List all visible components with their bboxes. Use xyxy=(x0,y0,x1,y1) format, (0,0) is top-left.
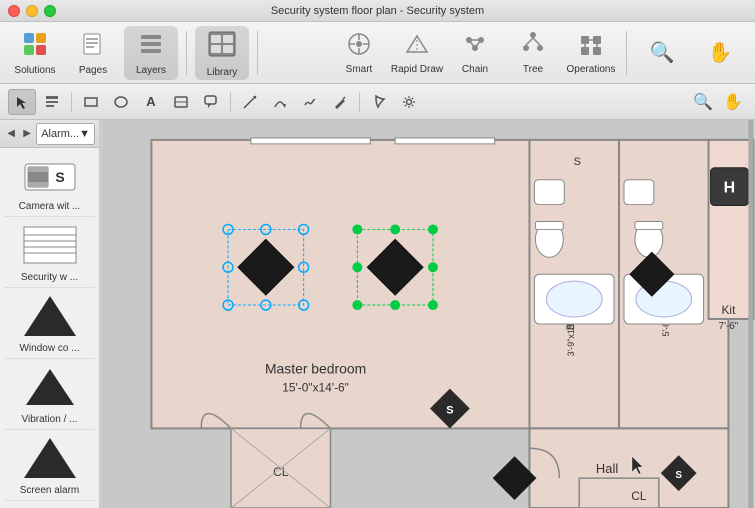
pages-button[interactable]: Pages xyxy=(66,26,120,80)
svg-text:Master bedroom: Master bedroom xyxy=(265,361,366,377)
titlebar: Security system floor plan - Security sy… xyxy=(0,0,755,22)
smart-icon xyxy=(345,30,373,61)
solutions-label: Solutions xyxy=(14,65,55,76)
sidebar-vibration-label: Vibration / ... xyxy=(6,414,93,425)
operations-button[interactable]: Operations xyxy=(564,26,618,80)
zoom-search-button[interactable]: 🔍 xyxy=(689,89,717,115)
rapid-draw-label: Rapid Draw xyxy=(391,64,443,75)
svg-text:7'-6": 7'-6" xyxy=(719,321,739,332)
arc-tool[interactable] xyxy=(266,89,294,115)
sidebar-header: ◀ ▶ Alarm... ▼ xyxy=(0,120,99,148)
sidebar-item-screen-alarm[interactable]: Screen alarm xyxy=(4,430,95,501)
screen-alarm-shape-icon xyxy=(20,434,80,482)
tree-button[interactable]: Tree xyxy=(506,26,560,80)
chain-button[interactable]: Chain xyxy=(448,26,502,80)
sidebar-item-window[interactable]: Window co ... xyxy=(4,288,95,359)
chain-icon xyxy=(461,30,489,61)
camera-shape-icon: S xyxy=(20,156,80,198)
sidebar-category-dropdown[interactable]: Alarm... ▼ xyxy=(36,123,95,145)
operations-label: Operations xyxy=(567,64,616,75)
crop-tool[interactable] xyxy=(365,89,393,115)
line-tool[interactable] xyxy=(236,89,264,115)
callout-tool[interactable] xyxy=(197,89,225,115)
select-tool[interactable] xyxy=(8,89,36,115)
pan-button[interactable]: ✋ xyxy=(719,89,747,115)
sidebar-window-label: Window co ... xyxy=(6,343,93,354)
svg-text:S: S xyxy=(446,404,453,416)
sidebar-next[interactable]: ▶ xyxy=(20,126,34,142)
svg-text:S: S xyxy=(675,470,682,481)
pen-tool[interactable] xyxy=(326,89,354,115)
sidebar-screen-alarm-label: Screen alarm xyxy=(6,485,93,496)
secondary-toolbar: A 🔍 ✋ xyxy=(0,84,755,120)
close-button[interactable] xyxy=(8,5,20,17)
tool-divider-3 xyxy=(359,92,360,112)
dropdown-arrow-icon: ▼ xyxy=(79,128,90,140)
toolbar-right: Smart Rapid Draw xyxy=(332,26,747,80)
svg-text:S: S xyxy=(574,156,581,168)
chain-label: Chain xyxy=(462,64,488,75)
tree-icon xyxy=(519,30,547,61)
operations-icon xyxy=(577,30,605,61)
sidebar-security-label: Security w ... xyxy=(6,272,93,283)
sidebar-item-camera[interactable]: S Camera wit ... xyxy=(4,152,95,217)
rapid-draw-icon xyxy=(403,30,431,61)
layers-icon xyxy=(137,30,165,62)
hand-icon: ✋ xyxy=(708,40,733,65)
svg-text:Hall: Hall xyxy=(596,461,618,476)
security-shape-icon xyxy=(20,221,80,269)
maximize-button[interactable] xyxy=(44,5,56,17)
smart-label: Smart xyxy=(346,64,373,75)
sidebar-prev[interactable]: ◀ xyxy=(4,126,18,142)
floor-plan-svg: Master bedroom 15'-0"x14'-6" Bath 3'-9"x… xyxy=(100,120,755,508)
pages-label: Pages xyxy=(79,65,107,76)
solutions-icon xyxy=(21,30,49,62)
library-label: Library xyxy=(207,67,238,78)
svg-text:15'-0"x14'-6": 15'-0"x14'-6" xyxy=(282,381,349,395)
library-icon xyxy=(206,28,238,64)
format-tool[interactable] xyxy=(38,89,66,115)
freehand-tool[interactable] xyxy=(296,89,324,115)
rect-tool[interactable] xyxy=(77,89,105,115)
toolbar-divider-3 xyxy=(626,31,627,75)
sidebar-category-label: Alarm... xyxy=(41,128,79,140)
search-icon: 🔍 xyxy=(650,40,675,65)
pages-icon xyxy=(79,30,107,62)
vibration-shape-icon xyxy=(20,363,80,411)
svg-text:H: H xyxy=(724,180,736,197)
tool-divider-1 xyxy=(71,92,72,112)
sidebar: ◀ ▶ Alarm... ▼ S xyxy=(0,120,100,508)
layers-label: Layers xyxy=(136,65,166,76)
traffic-lights xyxy=(8,5,56,17)
tool-divider-2 xyxy=(230,92,231,112)
svg-text:S: S xyxy=(55,169,64,185)
window-shape-icon xyxy=(20,292,80,340)
main-toolbar: Solutions Pages Layers xyxy=(0,22,755,84)
sidebar-items-list: S Camera wit ... Security w ... xyxy=(0,148,99,508)
text-tool[interactable]: A xyxy=(137,89,165,115)
sidebar-item-vibration[interactable]: Vibration / ... xyxy=(4,359,95,430)
sidebar-camera-label: Camera wit ... xyxy=(6,201,93,212)
ellipse-tool[interactable] xyxy=(107,89,135,115)
svg-text:CL: CL xyxy=(631,489,647,503)
hand-button[interactable]: ✋ xyxy=(693,26,747,80)
window-title: Security system floor plan - Security sy… xyxy=(271,5,484,17)
tree-label: Tree xyxy=(523,64,543,75)
shape-tool[interactable] xyxy=(167,89,195,115)
toolbar-divider-1 xyxy=(186,31,187,75)
main-content: ◀ ▶ Alarm... ▼ S xyxy=(0,120,755,508)
solutions-button[interactable]: Solutions xyxy=(8,26,62,80)
library-button[interactable]: Library xyxy=(195,26,249,80)
layers-button[interactable]: Layers xyxy=(124,26,178,80)
search-button[interactable]: 🔍 xyxy=(635,26,689,80)
settings-tool[interactable] xyxy=(395,89,423,115)
smart-button[interactable]: Smart xyxy=(332,26,386,80)
sidebar-item-security[interactable]: Security w ... xyxy=(4,217,95,288)
canvas-area[interactable]: Master bedroom 15'-0"x14'-6" Bath 3'-9"x… xyxy=(100,120,755,508)
toolbar-divider-2 xyxy=(257,31,258,75)
rapid-draw-button[interactable]: Rapid Draw xyxy=(390,26,444,80)
svg-text:Kit: Kit xyxy=(721,303,736,317)
minimize-button[interactable] xyxy=(26,5,38,17)
